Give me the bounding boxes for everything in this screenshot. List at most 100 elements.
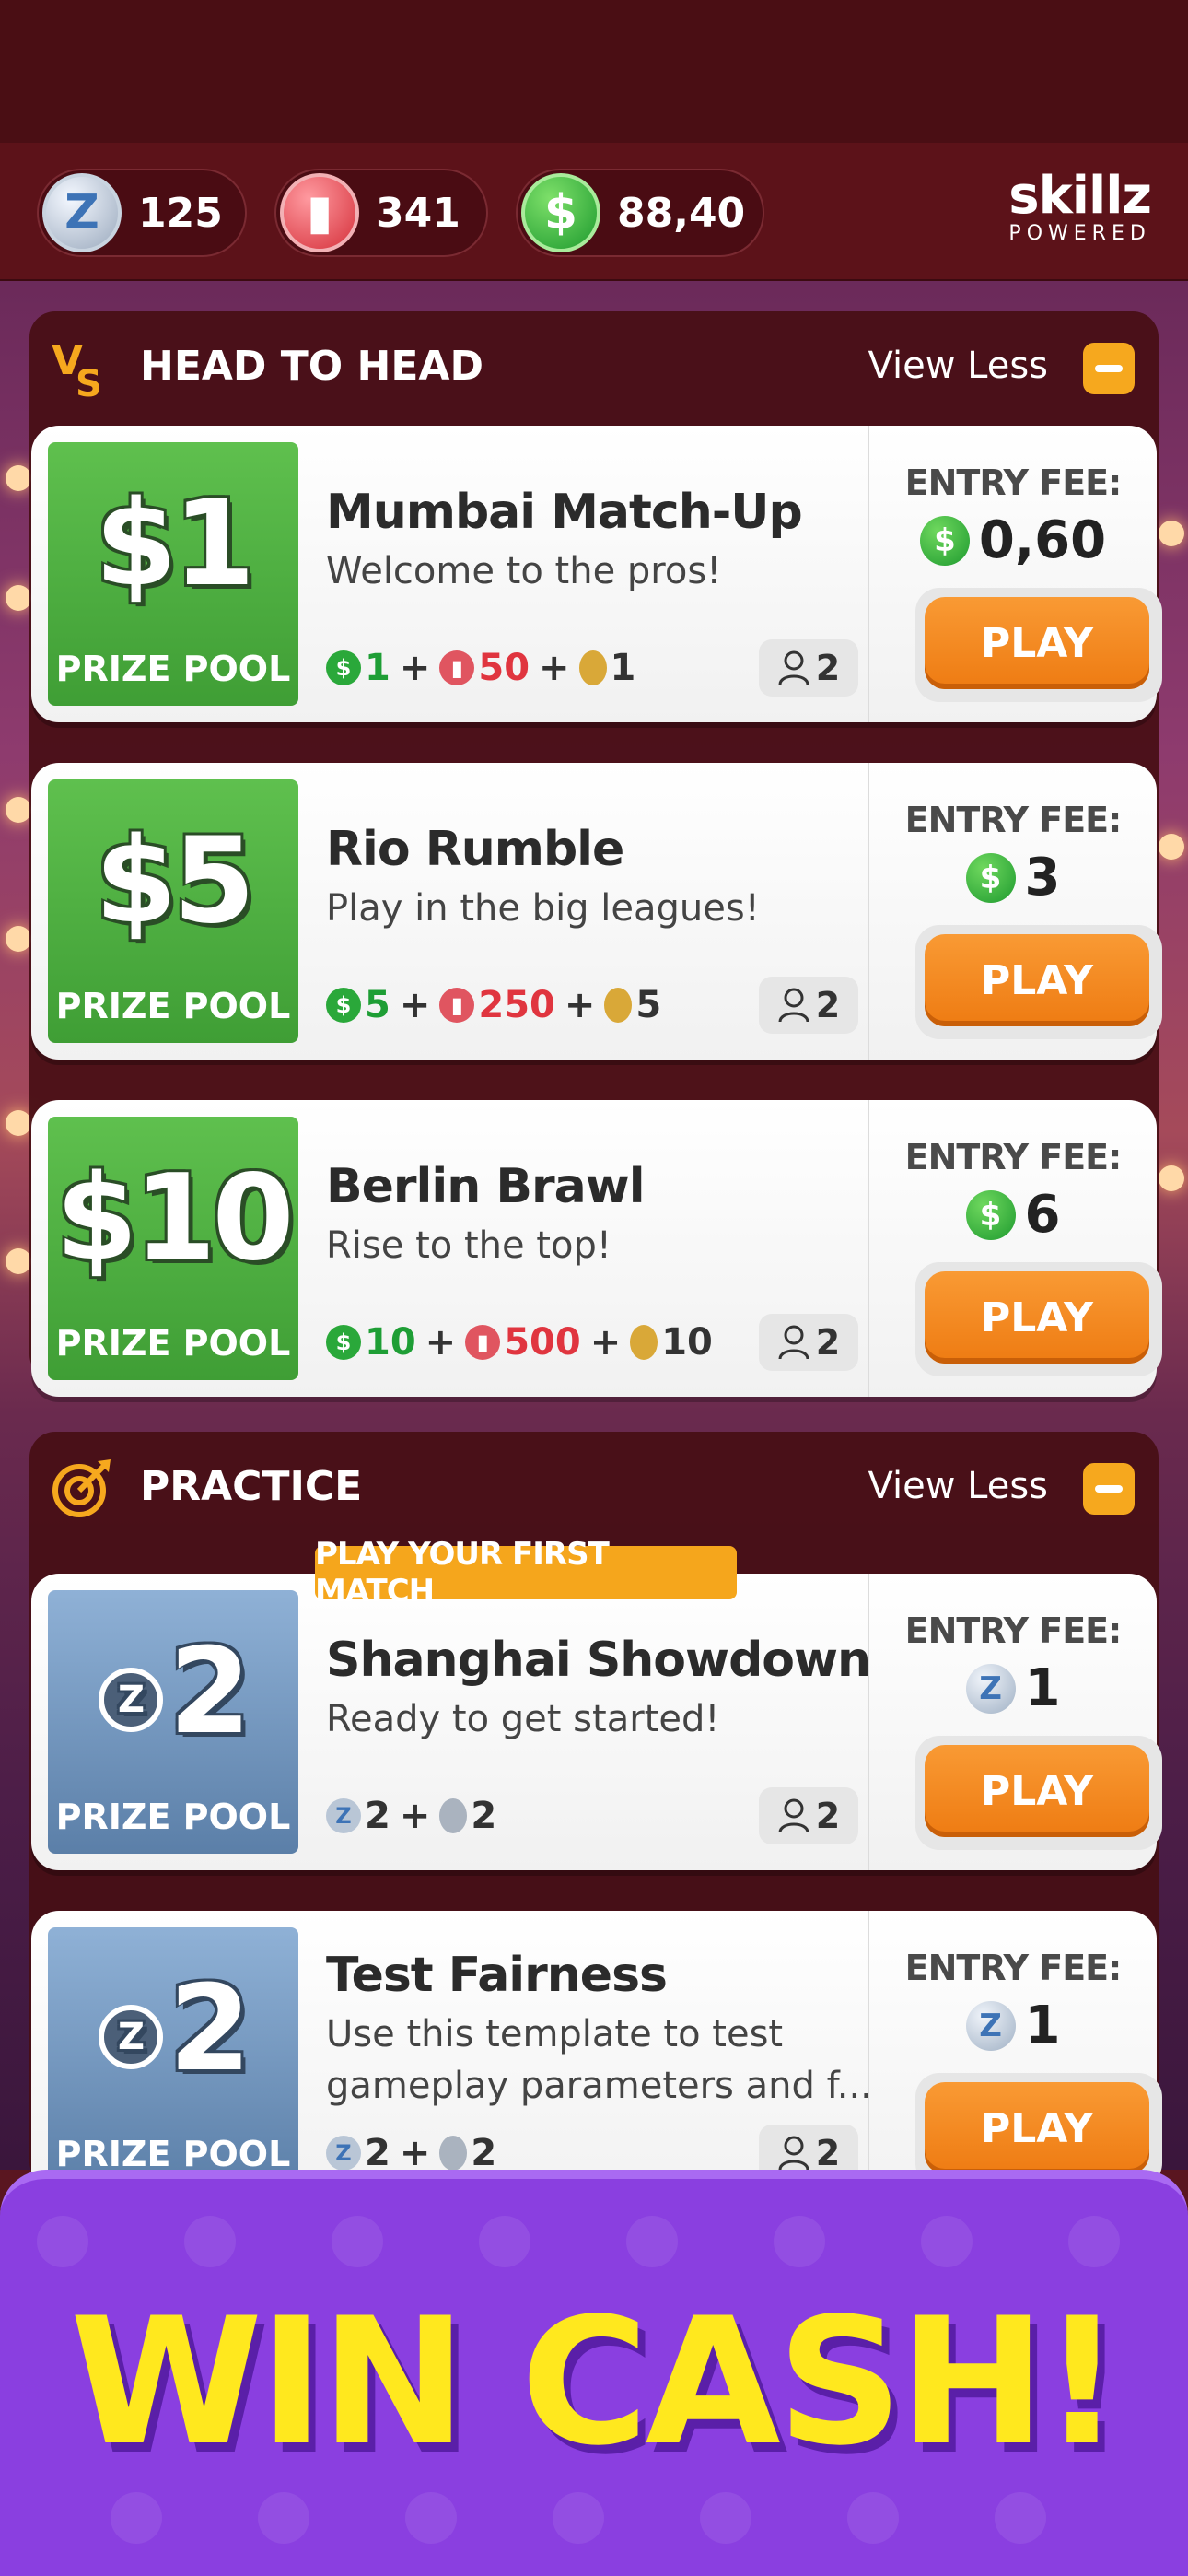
dollar-coin-icon: $: [326, 1325, 361, 1360]
entry-fee-label: ENTRY FEE:: [904, 1948, 1123, 1988]
tournament-name: Rio Rumble: [326, 822, 624, 877]
prize-pool-tile: $10 PRIZE POOL: [48, 1117, 298, 1380]
svg-text:S: S: [76, 363, 102, 400]
play-button[interactable]: PLAY: [925, 1745, 1149, 1837]
tournament-card[interactable]: $10 PRIZE POOL Berlin Brawl Rise to the …: [31, 1100, 1162, 1397]
minus-icon: [1095, 1485, 1123, 1493]
tournament-tagline: Use this template to test gameplay param…: [326, 2013, 872, 2107]
currency-bar: Z 125 ▮ 341 $ 88,40 skillz POWERED: [0, 143, 1188, 281]
dollar-coin-icon: $: [326, 650, 361, 685]
ticket-icon: ▮: [439, 650, 475, 685]
pattern-dot: [184, 2216, 236, 2267]
z-coin-icon: Z: [326, 1798, 361, 1833]
rewards-row: $10 + ▮ 500 + 10: [326, 1321, 713, 1364]
pattern-dot: [479, 2216, 530, 2267]
z-coin-icon: Z: [326, 2136, 361, 2171]
prize-amount: $1: [94, 475, 255, 613]
z-coin-icon: Z: [42, 173, 122, 252]
tournament-card[interactable]: $5 PRIZE POOL Rio Rumble Play in the big…: [31, 763, 1162, 1060]
entry-fee-label: ENTRY FEE:: [904, 463, 1123, 503]
tournament-tagline: Ready to get started!: [326, 1698, 720, 1740]
play-button[interactable]: PLAY: [925, 2082, 1149, 2174]
light-bulb: [6, 585, 31, 611]
medal-icon: [604, 988, 633, 1023]
pattern-dot: [626, 2216, 678, 2267]
view-less-link[interactable]: View Less: [868, 1465, 1048, 1507]
ticket-icon: ▮: [465, 1325, 501, 1360]
tournament-name: Test Fairness: [326, 1948, 668, 2003]
person-icon: [778, 2136, 809, 2171]
prize-pool-tile: Z2 PRIZE POOL: [48, 1927, 298, 2191]
win-cash-banner[interactable]: WIN CASH!: [0, 2170, 1188, 2576]
light-bulb: [6, 1110, 31, 1136]
card-info: Shanghai Showdown Ready to get started!: [326, 1633, 879, 1745]
pattern-dot: [700, 2492, 751, 2544]
tournament-card[interactable]: $1 PRIZE POOL Mumbai Match-Up Welcome to…: [31, 426, 1162, 722]
card-info: Rio Rumble Play in the big leagues!: [326, 822, 879, 934]
head-to-head-header: V S HEAD TO HEAD View Less: [29, 311, 1159, 422]
prize-amount: Z2: [48, 1623, 298, 1762]
prize-pool-label: PRIZE POOL: [55, 1797, 291, 1837]
light-bulb: [6, 1248, 31, 1274]
tournament-name: Mumbai Match-Up: [326, 485, 803, 540]
target-icon: [52, 1459, 111, 1517]
collapse-button[interactable]: [1083, 343, 1135, 394]
entry-fee-value: $0,60: [869, 510, 1157, 570]
card-info: Mumbai Match-Up Welcome to the pros!: [326, 485, 879, 597]
minus-icon: [1095, 365, 1123, 372]
z-coin-icon: Z: [99, 2004, 164, 2069]
tournament-card[interactable]: Z2 PRIZE POOL Shanghai Showdown Ready to…: [31, 1574, 1162, 1870]
z-coin-value: 125: [138, 189, 223, 237]
medal-icon: [630, 1325, 658, 1360]
dollar-coin-icon: $: [965, 1189, 1016, 1240]
entry-fee-value: $3: [869, 848, 1157, 907]
z-coin-icon: Z: [965, 1663, 1016, 1714]
first-match-badge: PLAY YOUR FIRST MATCH: [315, 1536, 737, 1610]
ticket-balance[interactable]: ▮ 341: [274, 169, 488, 257]
play-button[interactable]: PLAY: [925, 934, 1149, 1026]
cash-balance[interactable]: $ 88,40: [516, 169, 764, 257]
prize-pool-tile: $5 PRIZE POOL: [48, 779, 298, 1043]
status-bar-area: [0, 0, 1188, 143]
player-count: 2: [759, 1787, 858, 1844]
dollar-coin-icon: $: [965, 852, 1016, 903]
tournament-tagline: Welcome to the pros!: [326, 550, 722, 592]
rewards-row: $1 + ▮ 50 + 1: [326, 647, 635, 689]
entry-fee-value: $6: [869, 1185, 1157, 1245]
light-bulb: [1159, 521, 1184, 546]
skillz-logo: skillz POWERED: [1008, 166, 1152, 246]
light-bulb: [6, 926, 31, 952]
entry-fee-value: Z1: [869, 1996, 1157, 2055]
section-title: PRACTICE: [140, 1463, 363, 1510]
view-less-link[interactable]: View Less: [868, 345, 1048, 387]
prize-pool-label: PRIZE POOL: [55, 649, 291, 689]
pattern-dot: [774, 2216, 825, 2267]
person-icon: [778, 988, 809, 1023]
pattern-dot: [405, 2492, 457, 2544]
dollar-coin-icon: $: [521, 173, 600, 252]
medal-icon: [578, 650, 607, 685]
prize-amount: Z2: [48, 1961, 298, 2099]
tournament-card[interactable]: Z2 PRIZE POOL Test Fairness Use this tem…: [31, 1911, 1162, 2207]
collapse-button[interactable]: [1083, 1463, 1135, 1515]
cash-value: 88,40: [617, 189, 746, 237]
light-bulb: [1159, 1165, 1184, 1191]
play-button[interactable]: PLAY: [925, 1271, 1149, 1364]
z-coin-balance[interactable]: Z 125: [37, 169, 247, 257]
light-bulb: [1159, 834, 1184, 860]
play-button-frame: PLAY: [915, 1262, 1162, 1376]
dollar-coin-icon: $: [919, 515, 970, 566]
entry-fee-value: Z1: [869, 1658, 1157, 1718]
prize-pool-label: PRIZE POOL: [55, 1323, 291, 1364]
prize-amount: $5: [94, 813, 255, 950]
pattern-dot: [1068, 2216, 1120, 2267]
pattern-dot: [847, 2492, 899, 2544]
rewards-row: $5 + ▮ 250 + 5: [326, 984, 661, 1026]
play-button-frame: PLAY: [915, 925, 1162, 1039]
pattern-dot: [921, 2216, 973, 2267]
light-bulb: [6, 465, 31, 491]
play-button[interactable]: PLAY: [925, 597, 1149, 689]
rewards-row: Z2 + 2: [326, 2132, 496, 2174]
play-button-frame: PLAY: [915, 588, 1162, 702]
pattern-dot: [37, 2216, 88, 2267]
